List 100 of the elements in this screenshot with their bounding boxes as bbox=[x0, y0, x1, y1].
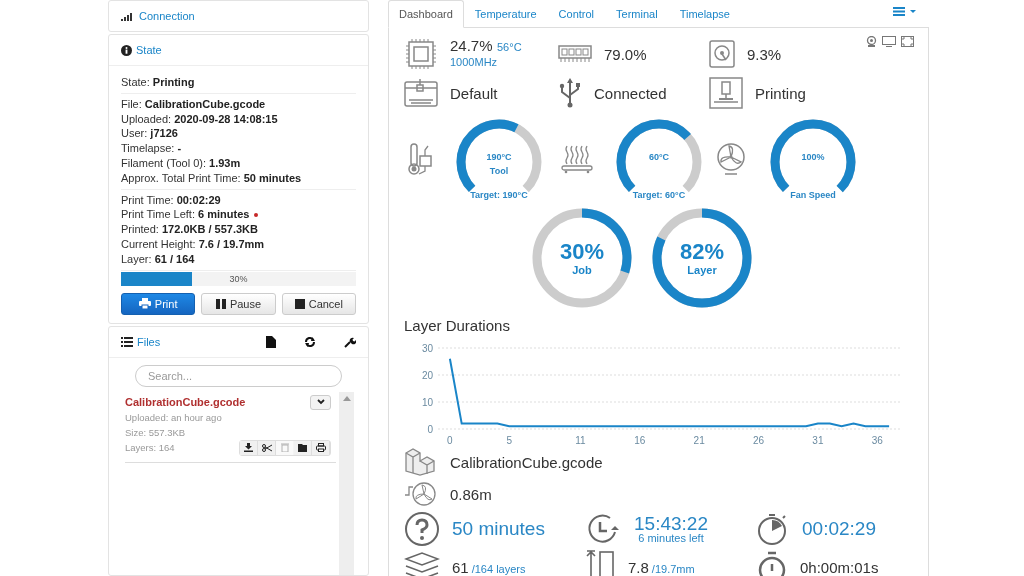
scissors-icon bbox=[261, 443, 272, 452]
webcam-icon[interactable] bbox=[866, 36, 877, 47]
extruder-fan-icon bbox=[404, 481, 436, 507]
state-link[interactable]: State bbox=[136, 44, 162, 56]
load-button[interactable] bbox=[294, 440, 312, 455]
printer-icon bbox=[315, 443, 326, 453]
tab[interactable]: Dashboard bbox=[388, 0, 464, 28]
status-text: Connected bbox=[594, 84, 667, 102]
cpu-usage: 24.7% bbox=[450, 37, 493, 54]
print-button[interactable] bbox=[312, 440, 330, 455]
tab[interactable]: Timelapse bbox=[668, 0, 741, 28]
stat-value: 15:43:22 bbox=[634, 514, 708, 533]
usb-icon bbox=[558, 78, 582, 108]
ring-label: Job bbox=[572, 264, 592, 276]
folder-icon bbox=[297, 443, 308, 452]
filament-length: 0.86m bbox=[450, 485, 492, 503]
stat-value: 00:02:29 bbox=[802, 520, 876, 538]
stat-value: 61 bbox=[452, 558, 469, 576]
stat-value: 7.8 bbox=[628, 558, 649, 576]
state-text: Timelapse: - bbox=[121, 141, 182, 156]
cpu-icon bbox=[404, 39, 438, 69]
wrench-icon[interactable] bbox=[344, 335, 356, 348]
print-button[interactable]: Print bbox=[121, 292, 196, 315]
progress-label: 30% bbox=[228, 272, 249, 286]
refresh-icon[interactable] bbox=[304, 335, 316, 348]
x-tick-label: 0 bbox=[447, 435, 453, 446]
status-text: Default bbox=[450, 84, 498, 102]
stat-value: 0h:00m:01s bbox=[800, 558, 879, 576]
x-tick-label: 11 bbox=[575, 435, 586, 446]
signal-icon bbox=[121, 11, 135, 21]
x-tick-label: 5 bbox=[506, 435, 512, 446]
x-tick-label: 36 bbox=[871, 435, 883, 446]
timer-icon bbox=[756, 550, 788, 576]
memory-usage: 79.0% bbox=[604, 45, 647, 63]
stat-subtext: /164 layers bbox=[471, 562, 526, 575]
cpu-frequency: 1000MHz bbox=[450, 55, 499, 70]
search-field[interactable]: Search... bbox=[135, 364, 342, 387]
stat-value: 50 minutes bbox=[452, 520, 545, 538]
gauge-caption: Fan Speed bbox=[789, 190, 837, 200]
slice-button[interactable] bbox=[258, 440, 276, 455]
stat-subtext: 6 minutes left bbox=[638, 532, 704, 544]
printer-icon bbox=[404, 78, 438, 108]
height-icon bbox=[586, 550, 616, 576]
x-tick-label: 26 bbox=[753, 435, 765, 446]
monitor-icon[interactable] bbox=[882, 36, 896, 47]
fullscreen-icon[interactable] bbox=[901, 36, 914, 47]
clock-icon bbox=[586, 512, 622, 546]
pause-icon bbox=[215, 298, 226, 309]
state-text: Printed: 172.0KB / 557.3KB bbox=[121, 222, 258, 237]
x-tick-label: 31 bbox=[812, 435, 824, 446]
gauge-caption: Target: 60°C bbox=[631, 190, 687, 200]
pause-button[interactable]: Pause bbox=[201, 292, 276, 315]
memory-icon bbox=[558, 45, 592, 63]
gauge-label: Tool bbox=[489, 165, 509, 178]
x-tick-label: 16 bbox=[634, 435, 646, 446]
gauge-value: 100% bbox=[801, 151, 825, 164]
cancel-button[interactable]: Cancel bbox=[281, 292, 356, 315]
gauge-caption: Target: 190°C bbox=[469, 190, 529, 200]
state-text: Print Time Left: 6 minutes bbox=[121, 207, 250, 223]
state-text: File: CalibrationCube.gcode bbox=[121, 96, 266, 112]
ring-value: 82% bbox=[679, 240, 724, 264]
state-text: Current Height: 7.6 / 19.7mm bbox=[121, 236, 265, 252]
download-icon bbox=[244, 443, 253, 453]
tab[interactable]: Terminal bbox=[605, 0, 669, 28]
state-text: User: j7126 bbox=[121, 126, 178, 142]
printer-icon bbox=[138, 298, 151, 310]
stat-subtext: /19.7mm bbox=[651, 562, 695, 575]
expand-button[interactable] bbox=[310, 394, 331, 410]
scrollbar[interactable] bbox=[339, 391, 354, 575]
cpu-temperature: 56°C bbox=[497, 41, 522, 53]
y-tick-label: 0 bbox=[427, 423, 433, 435]
fan-icon bbox=[715, 143, 747, 175]
state-text: Approx. Total Print Time: 50 minutes bbox=[121, 170, 302, 186]
gauge-value: 190°C bbox=[486, 151, 512, 164]
state-text: Uploaded: 2020-09-28 14:08:15 bbox=[121, 111, 278, 127]
state-text: Layer: 61 / 164 bbox=[121, 251, 195, 267]
state-text: Filament (Tool 0): 1.93m bbox=[121, 156, 241, 171]
trash-icon bbox=[280, 443, 289, 453]
file-icon[interactable] bbox=[266, 335, 276, 348]
question-icon bbox=[404, 511, 440, 547]
stop-icon bbox=[294, 298, 305, 309]
tab[interactable]: Temperature bbox=[463, 0, 548, 28]
job-file-name: CalibrationCube.gcode bbox=[450, 453, 603, 471]
y-tick-label: 30 bbox=[421, 342, 433, 354]
ring-label: Layer bbox=[687, 264, 717, 276]
ring-value: 30% bbox=[559, 240, 604, 264]
tab[interactable]: Control bbox=[547, 0, 606, 28]
connection-link[interactable]: Connection bbox=[139, 10, 195, 22]
file-name-link[interactable]: CalibrationCube.gcode bbox=[125, 396, 246, 409]
thermometer-icon bbox=[407, 142, 433, 176]
menu-icon bbox=[893, 7, 917, 16]
files-link[interactable]: Files bbox=[137, 335, 161, 348]
download-button[interactable] bbox=[240, 440, 258, 455]
state-text: State: Printing bbox=[121, 75, 195, 90]
status-text: Printing bbox=[755, 84, 806, 102]
disk-usage: 9.3% bbox=[747, 45, 782, 63]
heated-bed-icon bbox=[561, 144, 593, 174]
y-tick-label: 10 bbox=[421, 396, 433, 408]
x-tick-label: 21 bbox=[693, 435, 705, 446]
status-dot bbox=[254, 212, 259, 217]
